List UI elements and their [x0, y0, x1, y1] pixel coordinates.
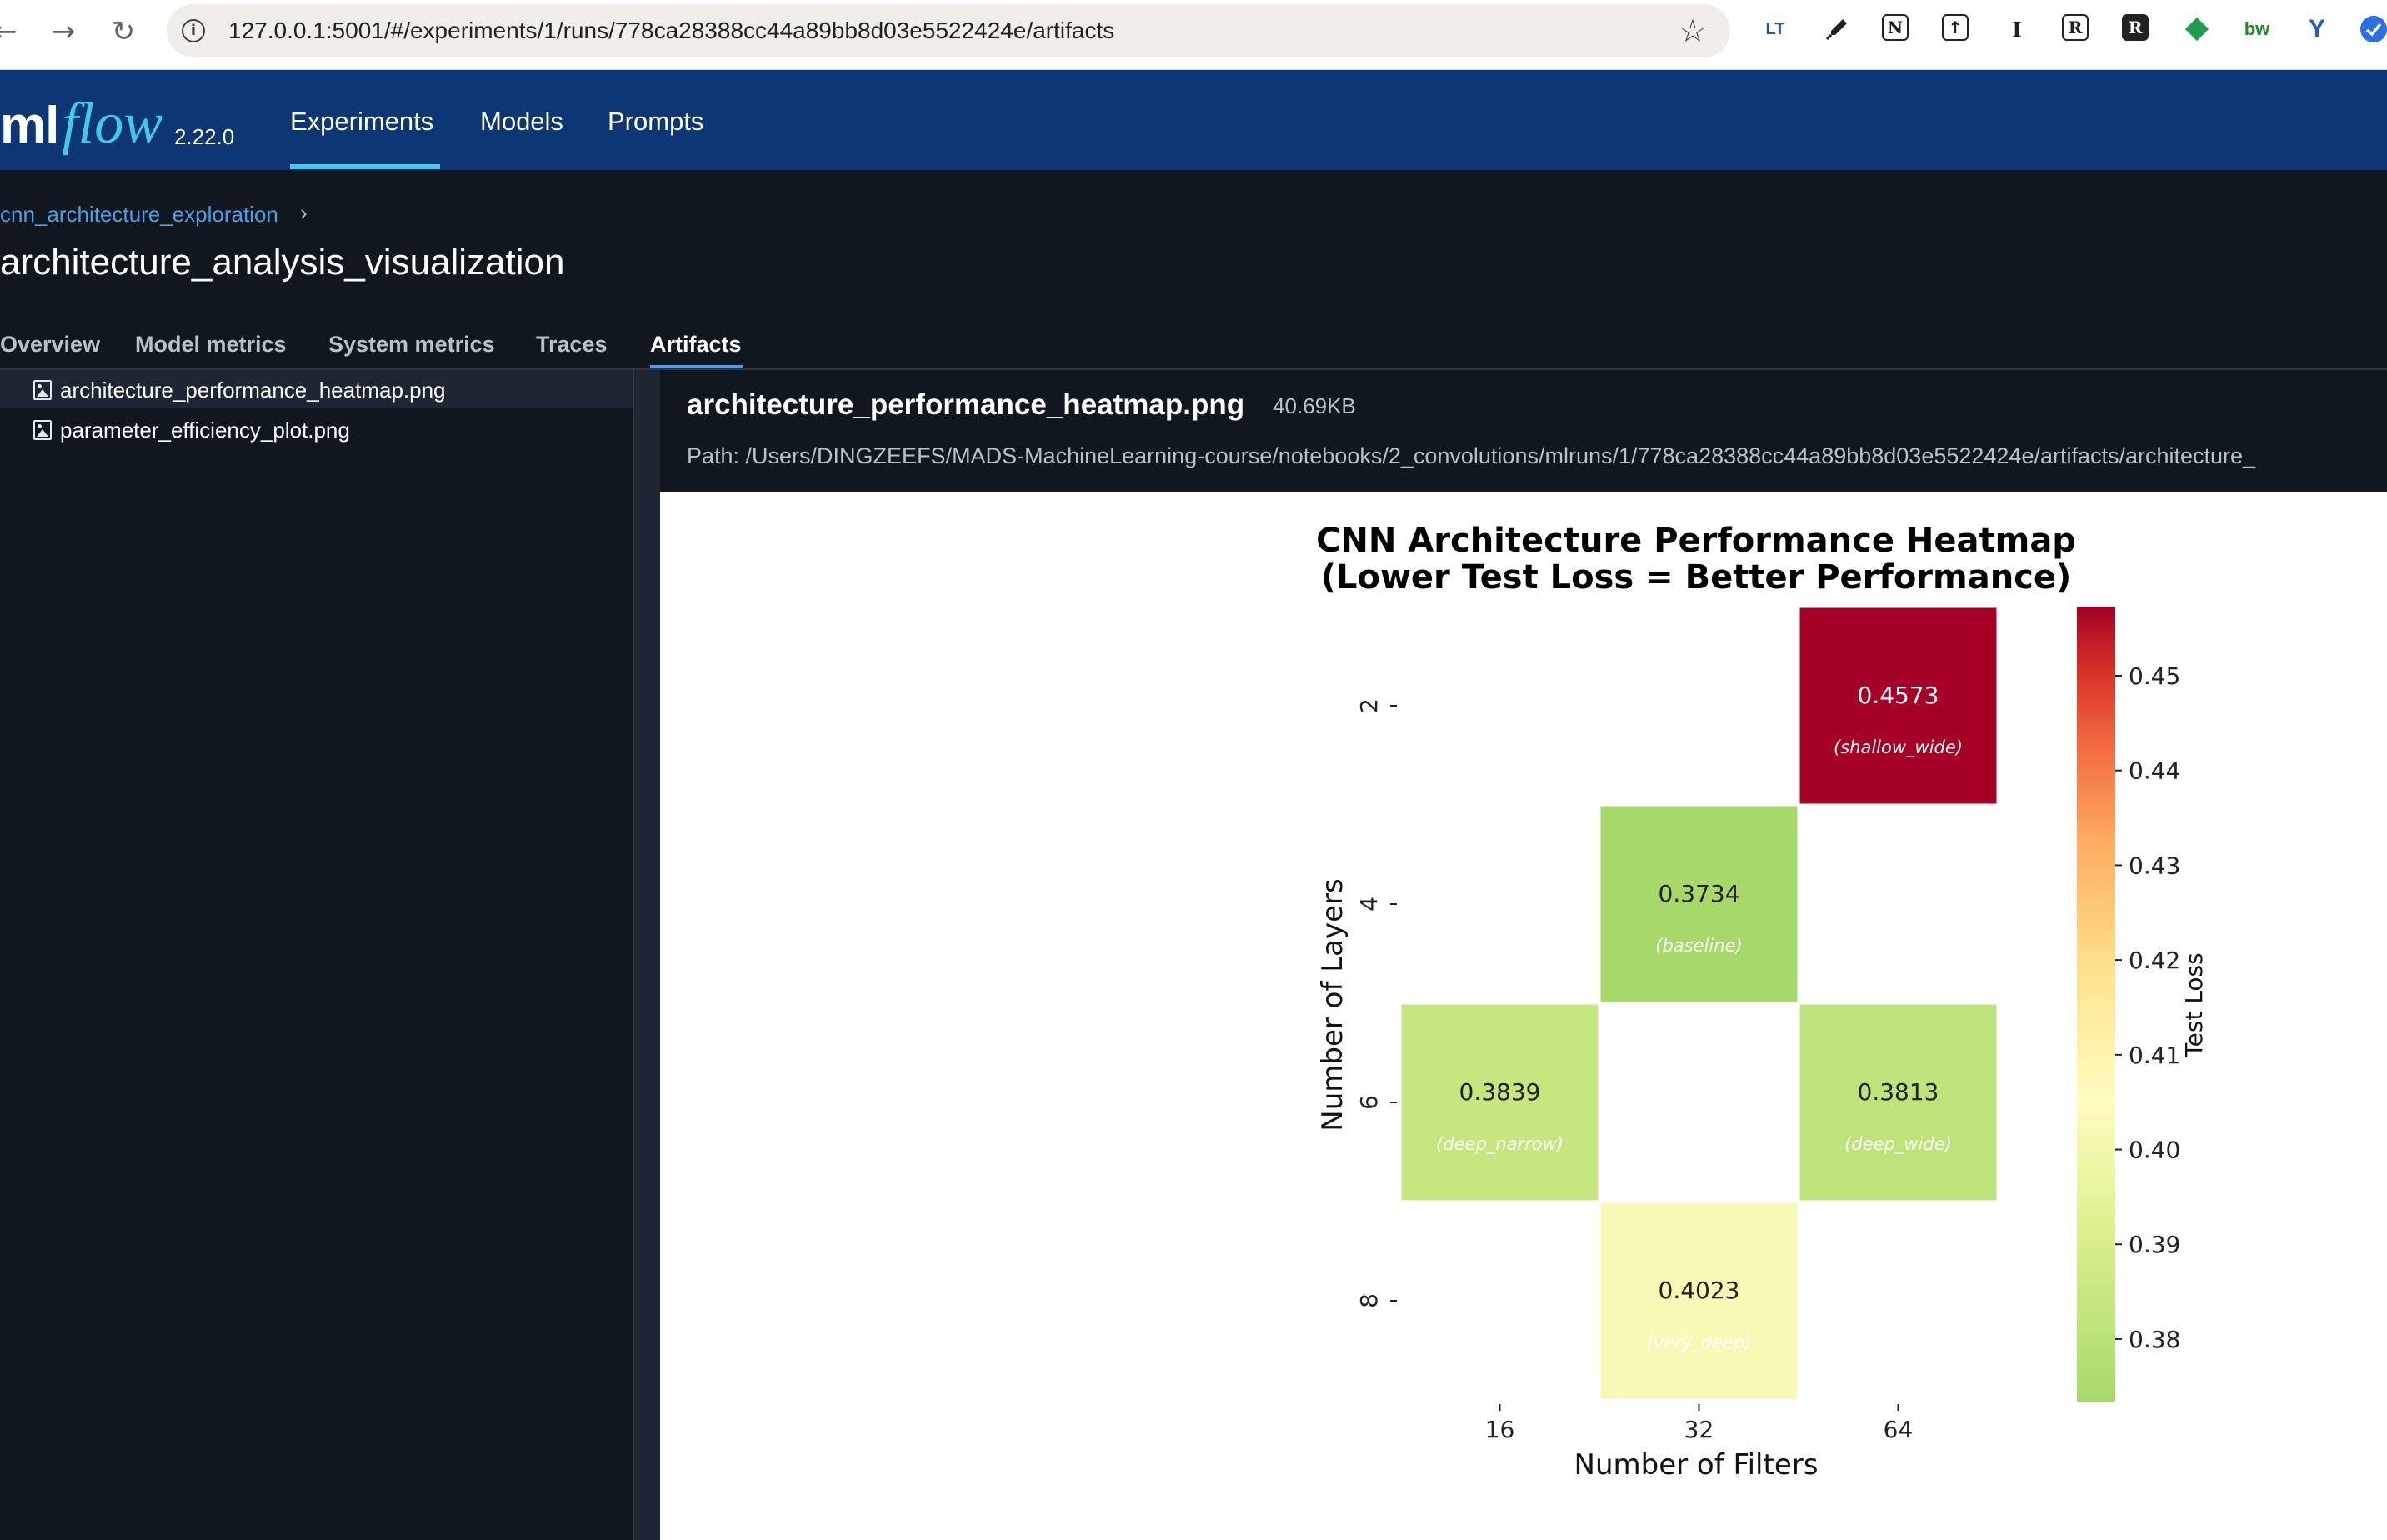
url-text[interactable]: 127.0.0.1:5001/#/experiments/1/runs/778c…: [228, 18, 1114, 44]
browser-toolbar: ← → ↻ i 127.0.0.1:5001/#/experiments/1/r…: [0, 0, 2387, 70]
y-tick-label: 6: [1355, 1095, 1383, 1110]
artifact-name: architecture_performance_heatmap.png: [687, 388, 1245, 421]
y-tick-label: 4: [1355, 897, 1383, 912]
y-tick-label: 8: [1355, 1293, 1383, 1308]
x-tick-label: 64: [1884, 1416, 1914, 1443]
file-row[interactable]: parameter_efficiency_plot.png: [0, 410, 633, 448]
colorbar-tick-label: 0.41: [2129, 1042, 2180, 1069]
x-axis-label: Number of Filters: [1574, 1448, 1819, 1482]
y-extension-icon[interactable]: Y: [2302, 14, 2332, 44]
tab-system-metrics[interactable]: System metrics: [328, 332, 495, 358]
extension-icon[interactable]: [2359, 14, 2387, 44]
y-tick-label: 2: [1355, 698, 1383, 713]
colorbar-label: Test Loss: [2180, 952, 2208, 1058]
notion-extension-icon[interactable]: N: [1882, 14, 1909, 41]
panel-resize-handle[interactable]: [633, 370, 660, 1540]
logo-ml-text: ml: [0, 97, 59, 154]
nav-models[interactable]: Models: [480, 107, 563, 137]
mlflow-logo[interactable]: ml flow 2.22.0: [0, 78, 234, 162]
chevron-right-icon: ›: [300, 200, 308, 225]
heatmap-chart: CNN Architecture Performance Heatmap (Lo…: [1316, 522, 2208, 1482]
reload-icon[interactable]: ↻: [103, 12, 143, 52]
breadcrumb[interactable]: cnn_architecture_exploration: [0, 202, 278, 228]
active-nav-indicator: [290, 164, 440, 169]
cell-value-label: 0.3839: [1459, 1078, 1541, 1106]
cell-value-label: 0.3734: [1659, 880, 1740, 908]
tab-artifacts[interactable]: Artifacts: [650, 332, 742, 358]
chart-title-line1: CNN Architecture Performance Heatmap: [1316, 522, 2076, 560]
upload-extension-icon[interactable]: ↑: [1942, 14, 1969, 41]
file-row[interactable]: architecture_performance_heatmap.png: [0, 370, 633, 408]
artifact-path: Path: /Users/DINGZEEFS/MADS-MachineLearn…: [687, 443, 2256, 468]
colorbar-tick-label: 0.39: [2129, 1231, 2180, 1258]
image-file-icon: [33, 380, 52, 400]
artifact-image-preview: CNN Architecture Performance Heatmap (Lo…: [660, 492, 2387, 1540]
heatmap-cells: 0.4573 (shallow_wide) 0.3734 (baseline) 0.38…: [1399, 605, 1999, 1402]
instapaper-extension-icon[interactable]: I: [2002, 14, 2032, 44]
cell-name-label: (very_deep): [1647, 1332, 1752, 1353]
bookmark-star-icon[interactable]: ☆: [1679, 12, 1707, 49]
tab-overview[interactable]: Overview: [0, 332, 100, 358]
cell-value-label: 0.3813: [1858, 1078, 1939, 1106]
forward-arrow-icon[interactable]: →: [43, 12, 83, 52]
chart-title-line2: (Lower Test Loss = Better Performance): [1321, 558, 2072, 597]
colorbar-tick-label: 0.42: [2129, 947, 2180, 974]
y-axis-label: Number of Layers: [1316, 878, 1349, 1131]
colorbar-tick-label: 0.45: [2129, 662, 2180, 690]
colorbar: [2077, 607, 2115, 1402]
colorbar-tick-label: 0.44: [2129, 758, 2180, 785]
artifact-size: 40.69KB: [1273, 393, 1356, 418]
languagetool-extension-icon[interactable]: LT: [1760, 14, 1790, 44]
colorbar-tick-label: 0.40: [2129, 1137, 2180, 1164]
tab-model-metrics[interactable]: Model metrics: [135, 332, 287, 358]
address-bar[interactable]: i 127.0.0.1:5001/#/experiments/1/runs/77…: [167, 4, 1730, 58]
diamond-extension-icon[interactable]: [2182, 14, 2212, 44]
bw-extension-icon[interactable]: bw: [2242, 14, 2272, 44]
cell-name-label: (deep_wide): [1844, 1134, 1952, 1155]
artifact-file-tree: architecture_performance_heatmap.png par…: [0, 370, 633, 1540]
version-label: 2.22.0: [173, 124, 235, 149]
tab-traces[interactable]: Traces: [536, 332, 608, 358]
mlflow-header: ml flow 2.22.0 Experiments Models Prompt…: [0, 70, 2387, 170]
file-name[interactable]: parameter_efficiency_plot.png: [60, 418, 350, 443]
file-name[interactable]: architecture_performance_heatmap.png: [60, 378, 446, 403]
cell-value-label: 0.4573: [1858, 682, 1939, 709]
colorbar-tick-label: 0.43: [2129, 852, 2180, 879]
cell-name-label: (baseline): [1655, 936, 1742, 956]
artifact-preview-header: architecture_performance_heatmap.png 40.…: [660, 370, 2387, 492]
site-info-icon[interactable]: i: [182, 19, 205, 42]
x-tick-label: 16: [1485, 1416, 1515, 1443]
nav-prompts[interactable]: Prompts: [608, 107, 703, 137]
image-file-icon: [33, 420, 52, 440]
colorbar-ticks: 0.38 0.39 0.40 0.41 0.42 0.43 0.44 0.45: [2115, 662, 2180, 1353]
cell-name-label: (deep_narrow): [1436, 1134, 1564, 1155]
eyedropper-extension-icon[interactable]: [1822, 14, 1852, 44]
nav-experiments[interactable]: Experiments: [290, 107, 433, 137]
back-arrow-icon[interactable]: ←: [0, 12, 25, 52]
r-extension-icon[interactable]: R: [2062, 14, 2089, 41]
cell-name-label: (shallow_wide): [1834, 738, 1963, 758]
page-title: architecture_analysis_visualization: [0, 242, 565, 282]
logo-flow-text: flow: [62, 92, 163, 156]
r-dark-extension-icon[interactable]: R: [2122, 14, 2149, 41]
cell-value-label: 0.4023: [1659, 1277, 1740, 1304]
colorbar-tick-label: 0.38: [2129, 1326, 2180, 1353]
x-tick-label: 32: [1684, 1416, 1714, 1443]
